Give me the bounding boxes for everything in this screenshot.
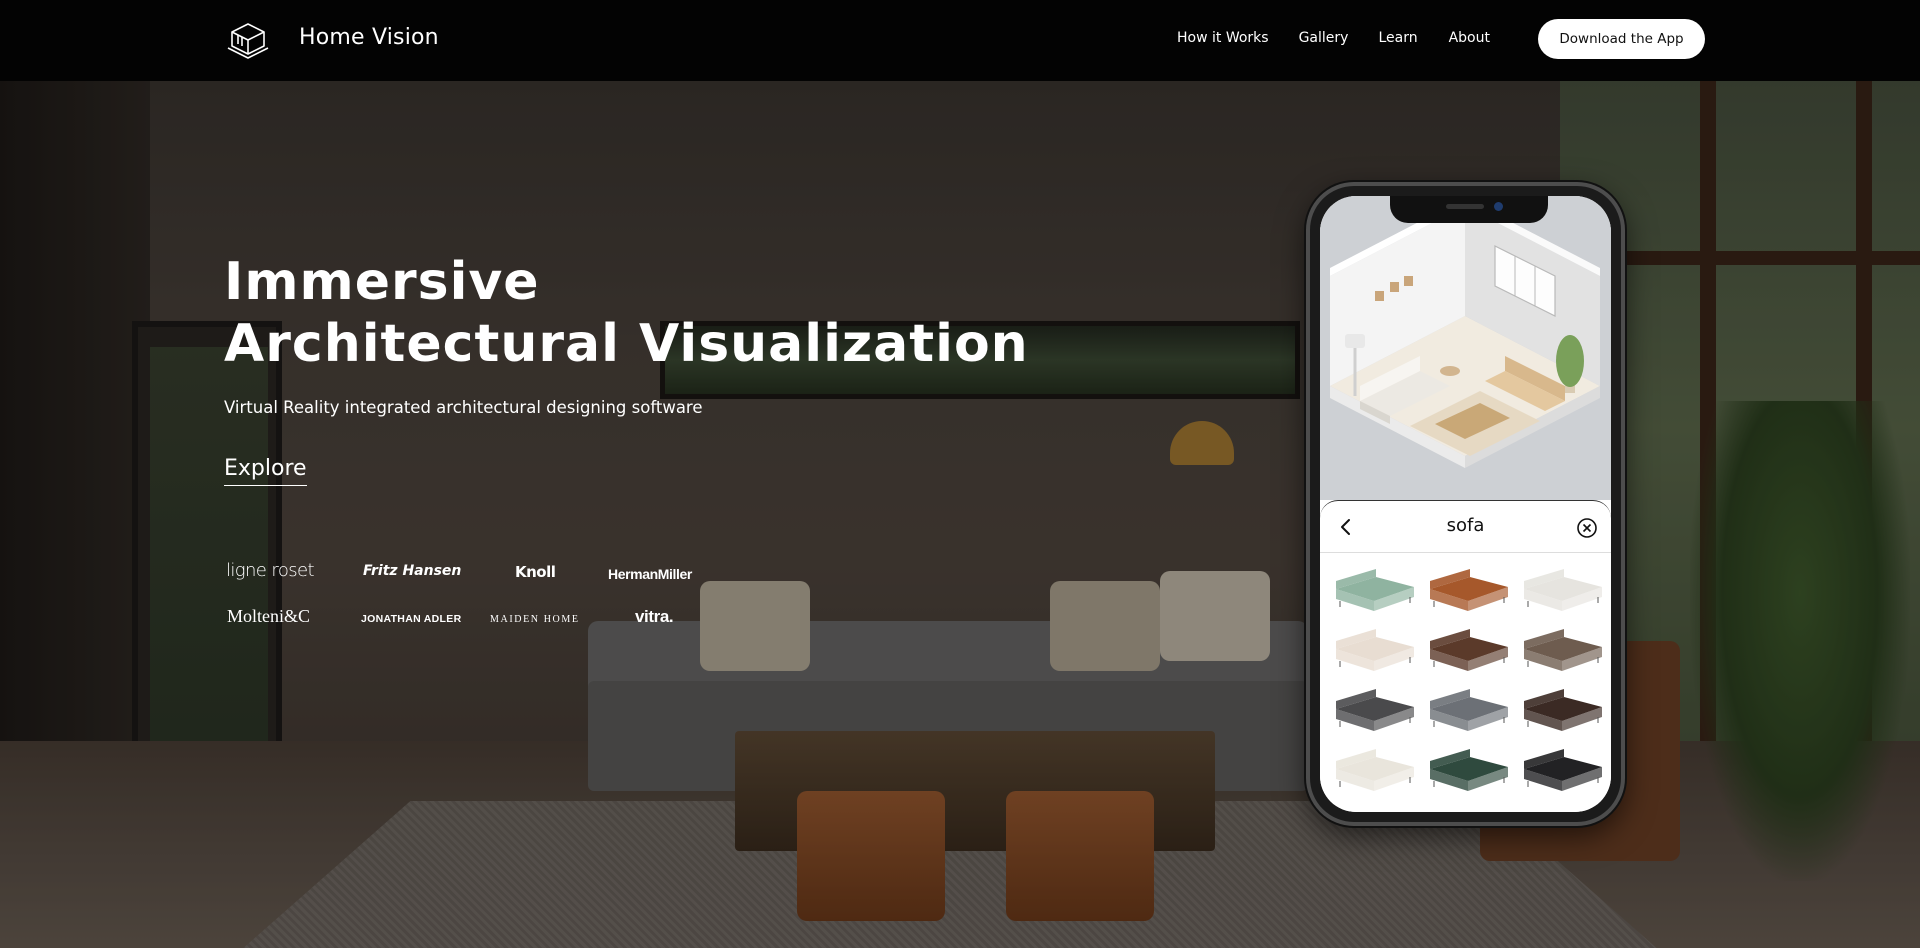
clear-search-icon[interactable] xyxy=(1576,517,1598,539)
hero-section xyxy=(0,81,1920,948)
sofa-thumbnail xyxy=(1524,749,1602,791)
hero-dim-overlay xyxy=(0,81,1920,948)
sofa-thumbnail xyxy=(1430,689,1508,731)
brand-logo-maiden-home: MAIDEN HOME xyxy=(490,614,580,625)
explore-link[interactable]: Explore xyxy=(224,456,307,486)
brand-logo-jonathan-adler: JONATHAN ADLER xyxy=(361,613,462,625)
hero-title: Immersive Architectural Visualization xyxy=(224,251,1044,375)
sofa-thumbnail xyxy=(1336,749,1414,791)
sofa-result-brown-chaise-sofa[interactable] xyxy=(1420,623,1516,681)
nav-learn[interactable]: Learn xyxy=(1378,30,1417,46)
brand-logo-vitra: vitra. xyxy=(635,607,674,626)
nav-how-it-works[interactable]: How it Works xyxy=(1177,30,1269,46)
room-3d-render xyxy=(1320,196,1611,500)
sofa-thumbnail xyxy=(1524,629,1602,671)
brand-logo[interactable]: Home Vision xyxy=(226,20,439,60)
phone-notch xyxy=(1390,196,1548,223)
sofa-thumbnail xyxy=(1430,749,1508,791)
sofa-result-cream-curved-sofa[interactable] xyxy=(1326,623,1422,681)
search-sheet: sofa xyxy=(1320,500,1611,812)
hero-title-line1: Immersive xyxy=(224,252,540,312)
brand-logo-knoll: Knoll xyxy=(515,563,556,581)
brand-logo-herman-miller: HermanMiller xyxy=(608,566,692,582)
search-query[interactable]: sofa xyxy=(1320,515,1611,536)
sofa-thumbnail xyxy=(1336,689,1414,731)
brand-name: Home Vision xyxy=(299,25,439,50)
sofa-thumbnail xyxy=(1336,629,1414,671)
sofa-thumbnail xyxy=(1336,569,1414,611)
hero-subtitle: Virtual Reality integrated architectural… xyxy=(224,398,703,417)
sofa-result-forest-green-sofa[interactable] xyxy=(1420,743,1516,801)
sofa-thumbnail xyxy=(1524,689,1602,731)
sofa-result-ivory-sofa[interactable] xyxy=(1326,743,1422,801)
phone-screen: sofa xyxy=(1320,196,1611,812)
nav-about[interactable]: About xyxy=(1449,30,1490,46)
sofa-thumbnail xyxy=(1430,569,1508,611)
brand-logo-molteni: Molteni&C xyxy=(227,606,311,626)
sofa-result-green-sectional[interactable] xyxy=(1326,563,1422,621)
house-cube-icon xyxy=(227,23,269,59)
sofa-thumbnail xyxy=(1430,629,1508,671)
sofa-result-dark-brown-sofa[interactable] xyxy=(1514,683,1610,741)
download-app-button[interactable]: Download the App xyxy=(1538,19,1705,59)
camera-icon xyxy=(1494,202,1503,211)
sofa-result-cognac-lounger[interactable] xyxy=(1420,563,1516,621)
phone-mockup: sofa xyxy=(1306,182,1625,826)
sofa-result-black-loveseat[interactable] xyxy=(1514,743,1610,801)
brand-logo-fritz-hansen: Fritz Hansen xyxy=(363,563,462,579)
hero-title-line2: Architectural Visualization xyxy=(224,314,1029,374)
main-nav: How it Works Gallery Learn About xyxy=(1177,30,1490,46)
sofa-thumbnail xyxy=(1524,569,1602,611)
top-navbar: Home Vision How it Works Gallery Learn A… xyxy=(0,0,1920,81)
sofa-result-grey-tufted-sofa[interactable] xyxy=(1420,683,1516,741)
search-bar: sofa xyxy=(1320,501,1611,553)
sofa-result-white-long-sofa[interactable] xyxy=(1514,563,1610,621)
nav-gallery[interactable]: Gallery xyxy=(1299,30,1349,46)
brand-logo-ligne-roset: ligne roset xyxy=(226,560,315,581)
sofa-result-taupe-sofa[interactable] xyxy=(1514,623,1610,681)
sofa-result-charcoal-sofa[interactable] xyxy=(1326,683,1422,741)
